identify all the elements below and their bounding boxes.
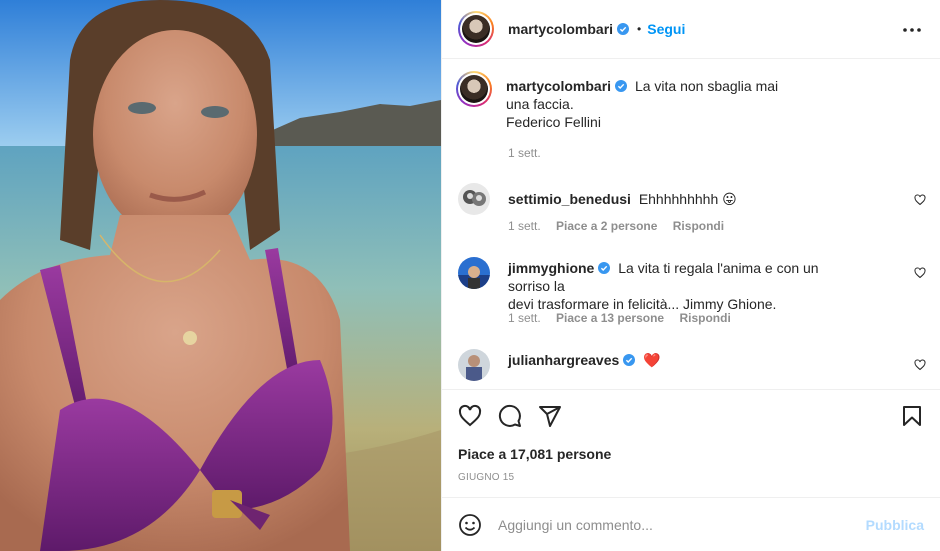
comment-like-heart-icon[interactable] [914, 359, 926, 371]
comment-item: julianhargreaves ❤️ [458, 349, 928, 381]
comment-meta: 1 sett. Piace a 13 persone Rispondi [508, 311, 743, 325]
author-avatar[interactable] [458, 11, 494, 47]
caption-time[interactable]: 1 sett. [508, 146, 541, 160]
reply-button[interactable]: Rispondi [679, 311, 730, 325]
comment-like-heart-icon[interactable] [914, 267, 926, 279]
comment-emoji: ❤️ [643, 352, 661, 368]
bookmark-icon[interactable] [900, 404, 924, 428]
comment-text-line2: devi trasformare in felicità... Jimmy Gh… [508, 296, 777, 312]
author-username[interactable]: martycolombari [508, 21, 613, 37]
post-panel: martycolombari • Segui martycolombari La… [441, 0, 940, 551]
verified-icon [615, 80, 628, 92]
caption-line2: una faccia. [506, 96, 574, 112]
more-options-icon[interactable] [902, 22, 922, 38]
comment-likes[interactable]: Piace a 2 persone [556, 219, 657, 233]
comment-icon[interactable] [498, 404, 522, 428]
post-actions: Piace a 17,081 persone GIUGNO 15 [442, 389, 940, 497]
commenter-avatar[interactable] [458, 183, 490, 215]
comment-item: jimmyghione La vita ti regala l'anima e … [458, 257, 928, 313]
commenter-avatar[interactable] [458, 349, 490, 381]
verified-icon [598, 262, 611, 274]
comment-time[interactable]: 1 sett. [508, 219, 541, 233]
comment-likes[interactable]: Piace a 13 persone [556, 311, 664, 325]
likes-count[interactable]: Piace a 17,081 persone [458, 446, 611, 462]
caption-line1: La vita non sbaglia mai [634, 78, 779, 94]
comment-item: settimio_benedusi Ehhhhhhhhh 😛 [458, 183, 928, 215]
caption-line3: Federico Fellini [506, 114, 601, 130]
caption-username[interactable]: martycolombari [506, 78, 611, 94]
heart-icon[interactable] [458, 404, 482, 428]
share-icon[interactable] [538, 404, 562, 428]
commenter-avatar[interactable] [458, 257, 490, 289]
separator-dot: • [637, 22, 642, 36]
post-photo[interactable] [0, 0, 441, 551]
verified-icon [623, 354, 636, 366]
follow-button[interactable]: Segui [647, 21, 685, 37]
commenter-username[interactable]: settimio_benedusi [508, 191, 631, 207]
comment-meta: 1 sett. Piace a 2 persone Rispondi [508, 219, 736, 233]
verified-icon [617, 23, 630, 35]
comment-emoji: 😛 [722, 191, 737, 207]
add-comment-bar: Pubblica [442, 497, 940, 551]
reply-button[interactable]: Rispondi [673, 219, 724, 233]
commenter-username[interactable]: julianhargreaves [508, 352, 619, 368]
publish-button[interactable]: Pubblica [866, 517, 924, 533]
caption-avatar[interactable] [456, 71, 492, 107]
emoji-icon[interactable] [458, 513, 482, 537]
caption: martycolombari La vita non sbaglia mai u… [456, 71, 928, 131]
comment-time[interactable]: 1 sett. [508, 311, 541, 325]
post-date[interactable]: GIUGNO 15 [458, 472, 514, 483]
comment-input[interactable] [498, 516, 866, 533]
commenter-username[interactable]: jimmyghione [508, 260, 594, 276]
post-image [0, 0, 441, 551]
comments-list[interactable]: martycolombari La vita non sbaglia mai u… [442, 60, 940, 389]
comment-like-heart-icon[interactable] [914, 194, 926, 206]
comment-text: Ehhhhhhhhh [638, 191, 719, 207]
caption-meta: 1 sett. [508, 146, 553, 160]
post-header: martycolombari • Segui [442, 0, 940, 59]
